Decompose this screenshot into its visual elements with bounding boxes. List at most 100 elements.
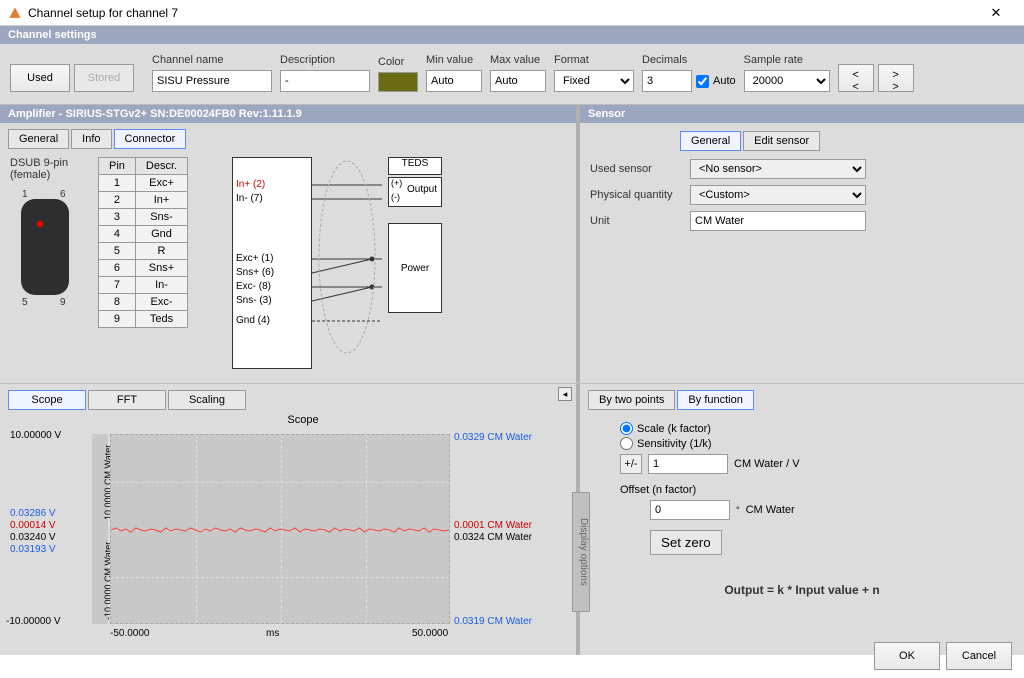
sensor-pane: Sensor General Edit sensor Used sensor <…: [580, 105, 1024, 383]
description-input[interactable]: [280, 70, 370, 92]
channel-name-label: Channel name: [152, 54, 272, 66]
stored-button: Stored: [74, 64, 134, 92]
ok-button[interactable]: OK: [874, 642, 940, 670]
auto-decimals-label: Auto: [713, 75, 736, 87]
bottom-row: Scope FFT Scaling ◂ Scope 10.00000 V -10…: [0, 383, 1024, 655]
dsub-area: DSUB 9-pin (female) 1 6 5 9 PinDescr. 1E…: [10, 157, 210, 328]
sample-rate-select[interactable]: 20000: [744, 70, 830, 92]
offset-input[interactable]: [650, 500, 730, 520]
cancel-button[interactable]: Cancel: [946, 642, 1012, 670]
channel-name-field: Channel name: [152, 54, 272, 92]
teds-box: TEDS: [388, 157, 442, 175]
calib-body: Scale (k factor) Sensitivity (1/k) +/- C…: [580, 416, 1024, 603]
color-swatch[interactable]: [378, 72, 418, 92]
wiring-diagram: In+ (2) In- (7) Exc+ (1) Sns+ (6) Exc- (…: [222, 157, 566, 328]
app-icon: [8, 6, 22, 20]
color-label: Color: [378, 56, 418, 68]
prev-channel-button[interactable]: < <: [838, 64, 874, 92]
close-button[interactable]: ✕: [976, 2, 1016, 24]
nav-buttons: < < > >: [838, 64, 914, 92]
tab-two-points[interactable]: By two points: [588, 390, 675, 410]
titlebar: Channel setup for channel 7 ✕: [0, 0, 1024, 26]
table-row: 1Exc+: [99, 175, 188, 192]
amplifier-pane: Amplifier - SIRIUS-STGv2+ SN:DE00024FB0 …: [0, 105, 580, 383]
channel-name-input[interactable]: [152, 70, 272, 92]
power-box: Power: [388, 223, 442, 313]
min-field: Min value: [426, 54, 482, 92]
min-label: Min value: [426, 54, 482, 66]
plot-area[interactable]: [110, 434, 450, 624]
sensor-tab-edit[interactable]: Edit sensor: [743, 131, 820, 151]
scope-title: Scope: [287, 414, 318, 426]
tab-general[interactable]: General: [8, 129, 69, 149]
used-sensor-select[interactable]: <No sensor>: [690, 159, 866, 179]
scope-pane: Scope FFT Scaling ◂ Scope 10.00000 V -10…: [0, 384, 580, 655]
decimals-field: Decimals Auto: [642, 54, 736, 92]
sample-rate-label: Sample rate: [744, 54, 830, 66]
phys-qty-select[interactable]: <Custom>: [690, 185, 866, 205]
format-label: Format: [554, 54, 634, 66]
dsub-graphic: 1 6 5 9: [10, 191, 80, 301]
secondary-y-axis: -10.0000 CM Water 10.0000 CM Water: [92, 434, 108, 624]
used-sensor-label: Used sensor: [590, 163, 690, 175]
table-row: 3Sns-: [99, 209, 188, 226]
unit-input[interactable]: [690, 211, 866, 231]
scale-label: Scale (k factor): [637, 423, 711, 435]
offset-deg: °: [736, 505, 740, 515]
max-input[interactable]: [490, 70, 546, 92]
table-row: 6Sns+: [99, 260, 188, 277]
decimals-input[interactable]: [642, 70, 692, 92]
amplifier-header: Amplifier - SIRIUS-STGv2+ SN:DE00024FB0 …: [0, 105, 576, 123]
collapse-toggle-icon[interactable]: ◂: [558, 387, 572, 401]
table-row: 5R: [99, 243, 188, 260]
k-unit: CM Water / V: [734, 458, 800, 470]
amp-tab-row: General Info Connector: [0, 123, 576, 153]
pin-table: PinDescr. 1Exc+ 2In+ 3Sns- 4Gnd 5R 6Sns+…: [98, 157, 188, 328]
next-channel-button[interactable]: > >: [878, 64, 914, 92]
k-input[interactable]: [648, 454, 728, 474]
sensitivity-radio[interactable]: [620, 437, 633, 450]
tab-scope[interactable]: Scope: [8, 390, 86, 410]
phys-qty-label: Physical quantity: [590, 189, 690, 201]
decimals-label: Decimals: [642, 54, 736, 66]
window-title: Channel setup for channel 7: [28, 6, 976, 20]
description-field: Description: [280, 54, 370, 92]
tab-info[interactable]: Info: [71, 129, 111, 149]
main-row: Amplifier - SIRIUS-STGv2+ SN:DE00024FB0 …: [0, 105, 1024, 383]
table-row: 4Gnd: [99, 226, 188, 243]
used-button[interactable]: Used: [10, 64, 70, 92]
sensor-header: Sensor: [580, 105, 1024, 123]
table-row: 8Exc-: [99, 294, 188, 311]
sensor-form: General Edit sensor Used sensor <No sens…: [580, 123, 1024, 245]
scope-plot: Scope 10.00000 V -10.00000 V 0.03286 V 0…: [50, 416, 556, 636]
max-label: Max value: [490, 54, 546, 66]
color-field: Color: [378, 56, 418, 92]
dsub-title: DSUB 9-pin (female): [10, 157, 90, 181]
settings-strip: Used Stored Channel name Description Col…: [0, 44, 1024, 105]
table-row: 2In+: [99, 192, 188, 209]
offset-label: Offset (n factor): [620, 484, 984, 496]
unit-label: Unit: [590, 215, 690, 227]
sensitivity-label: Sensitivity (1/k): [637, 438, 712, 450]
tab-connector[interactable]: Connector: [114, 129, 187, 149]
sensor-tab-general[interactable]: General: [680, 131, 741, 151]
format-select[interactable]: Fixed: [554, 70, 634, 92]
min-input[interactable]: [426, 70, 482, 92]
tab-fft[interactable]: FFT: [88, 390, 166, 410]
display-options-tab[interactable]: Display options: [572, 492, 590, 612]
auto-decimals-checkbox[interactable]: [696, 75, 709, 88]
scale-radio[interactable]: [620, 422, 633, 435]
calibration-pane: By two points By function Scale (k facto…: [580, 384, 1024, 655]
description-label: Description: [280, 54, 370, 66]
tab-scaling[interactable]: Scaling: [168, 390, 246, 410]
table-row: 7In-: [99, 277, 188, 294]
max-field: Max value: [490, 54, 546, 92]
sample-rate-field: Sample rate 20000: [744, 54, 830, 92]
pm-button[interactable]: +/-: [620, 454, 642, 474]
set-zero-button[interactable]: Set zero: [650, 530, 722, 555]
dialog-buttons: OK Cancel: [874, 642, 1012, 670]
channel-settings-header: Channel settings: [0, 26, 1024, 44]
descr-header: Descr.: [135, 158, 187, 175]
pin-header: Pin: [99, 158, 136, 175]
tab-by-function[interactable]: By function: [677, 390, 753, 410]
